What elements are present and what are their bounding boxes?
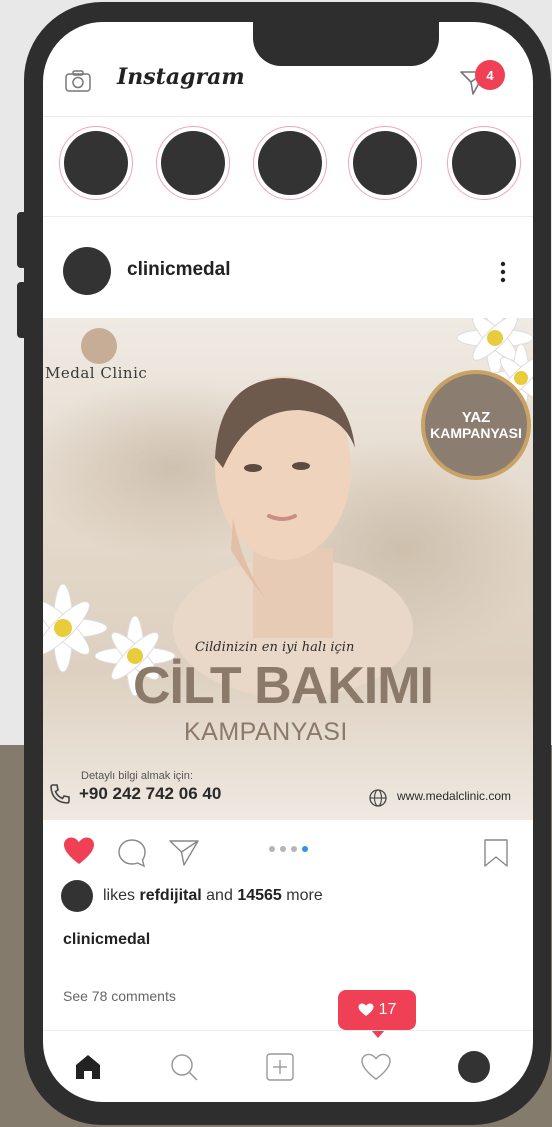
home-icon (76, 1055, 100, 1079)
phone-call-icon (50, 784, 70, 804)
story-item[interactable] (156, 126, 230, 200)
story-avatar (64, 131, 128, 195)
likes-suffix: more (286, 887, 323, 904)
contact-phone: +90 242 742 06 40 (79, 784, 222, 803)
camera-icon[interactable] (65, 70, 91, 92)
website-url: www.medalclinic.com (397, 789, 512, 803)
story-item[interactable] (253, 126, 327, 200)
profile-avatar (458, 1051, 490, 1083)
divider (43, 216, 533, 217)
story-item[interactable] (447, 126, 521, 200)
heart-icon[interactable] (63, 836, 95, 866)
phone-notch (253, 22, 439, 66)
stories-row (43, 126, 533, 210)
carousel-dot-active (302, 846, 308, 852)
liker-username[interactable]: refdijital (139, 887, 201, 904)
story-avatar (353, 131, 417, 195)
globe-icon (369, 789, 387, 807)
more-options-icon[interactable] (493, 259, 513, 285)
brand-logo-mark (81, 328, 117, 364)
app-logo: Instagram (117, 64, 245, 90)
liker-avatar[interactable] (61, 880, 93, 912)
carousel-indicator (269, 846, 308, 852)
divider (43, 1030, 533, 1031)
activity-heart-icon (361, 1053, 391, 1081)
badge-line-2: KAMPANYASI (430, 424, 522, 441)
brand-name: Medal Clinic (45, 364, 148, 382)
campaign-subtitle: KAMPANYASI (184, 718, 348, 746)
story-item[interactable] (59, 126, 133, 200)
caption-username[interactable]: clinicmedal (63, 931, 150, 949)
top-bar: Instagram 4 (43, 60, 533, 102)
contact-label: Detaylı bilgi almak için: (81, 770, 193, 782)
story-avatar (452, 131, 516, 195)
comment-icon[interactable] (117, 838, 147, 868)
story-item[interactable] (348, 126, 422, 200)
post-author-username[interactable]: clinicmedal (127, 259, 231, 281)
story-avatar (258, 131, 322, 195)
post-image[interactable]: Medal Clinic YAZ KAMPANYASI Cildinizin e… (43, 318, 533, 820)
post-header: clinicmedal (43, 247, 533, 299)
nav-activity[interactable] (359, 1050, 393, 1084)
search-icon (171, 1054, 198, 1081)
likes-joiner: and (206, 887, 233, 904)
likes-count: 14565 (237, 887, 282, 904)
nav-search[interactable] (167, 1050, 201, 1084)
divider (43, 116, 533, 117)
likes-prefix: likes (103, 887, 136, 904)
post-author-avatar[interactable] (63, 247, 111, 295)
notification-count: 17 (378, 1001, 397, 1018)
message-count-badge: 4 (475, 60, 505, 90)
notification-heart-icon (358, 1003, 374, 1016)
likes-notification-bubble[interactable]: 17 (338, 990, 416, 1038)
story-avatar (161, 131, 225, 195)
likes-row: likes refdijital and 14565 more (61, 880, 521, 912)
script-tagline: Cildinizin en iyi halı için (195, 640, 355, 655)
bookmark-icon[interactable] (483, 838, 509, 868)
nav-profile[interactable] (457, 1050, 491, 1084)
campaign-title: CİLT BAKIMI (133, 657, 434, 715)
add-post-icon (266, 1053, 294, 1081)
likes-summary[interactable]: likes refdijital and 14565 more (103, 887, 323, 905)
phone-screen: Instagram 4 clinicmedal Medal Clinic YAZ… (43, 22, 533, 1102)
carousel-dot (269, 846, 275, 852)
carousel-dot (291, 846, 297, 852)
campaign-badge: YAZ KAMPANYASI (421, 370, 531, 480)
nav-add-post[interactable] (263, 1050, 297, 1084)
bottom-navigation (43, 1032, 533, 1102)
send-icon[interactable] (168, 838, 200, 866)
view-comments-link[interactable]: See 78 comments (63, 988, 176, 1004)
badge-line-1: YAZ (461, 408, 491, 426)
carousel-dot (280, 846, 286, 852)
post-actions (43, 830, 533, 870)
nav-home[interactable] (71, 1050, 105, 1084)
